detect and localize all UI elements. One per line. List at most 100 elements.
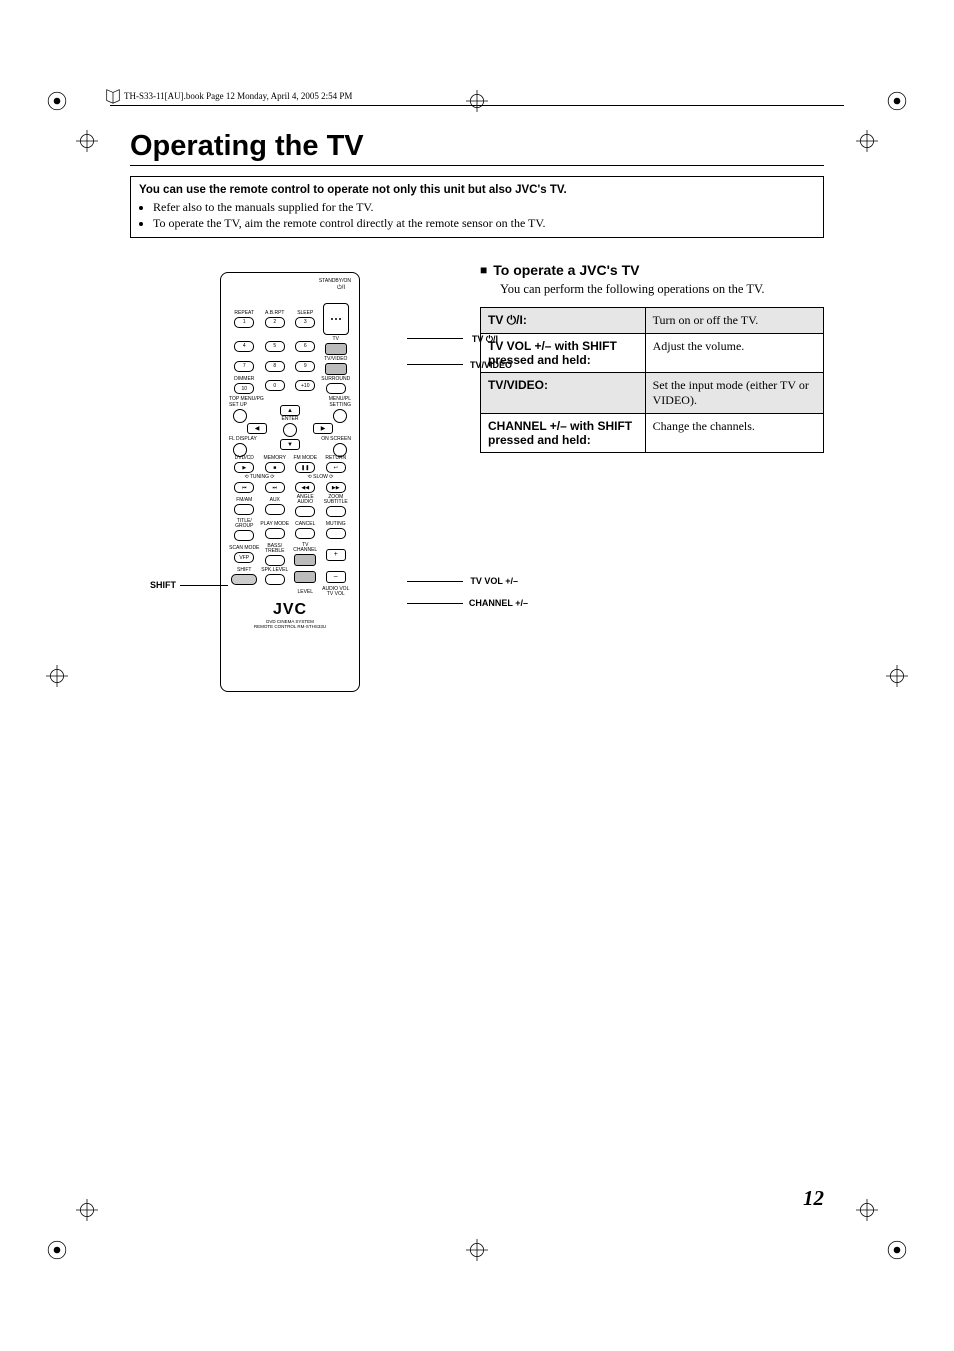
section-heading-text: To operate a JVC's TV bbox=[493, 262, 639, 278]
intro-lead: You can use the remote control to operat… bbox=[139, 183, 815, 198]
callout-shift: SHIFT bbox=[150, 580, 176, 590]
label-audiovol: AUDIO VOL TV VOL bbox=[321, 587, 352, 597]
btn-10: 10 bbox=[234, 383, 254, 394]
btn-tv-video bbox=[325, 363, 347, 375]
label-enter: ENTER bbox=[282, 417, 299, 422]
label-cancel: CANCEL bbox=[295, 522, 315, 527]
label-scanmode: SCAN MODE bbox=[229, 546, 259, 551]
btn-tv-power bbox=[325, 343, 347, 355]
label-playmode: PLAY MODE bbox=[260, 522, 289, 527]
register-mark-icon bbox=[886, 665, 908, 687]
register-mark-icon bbox=[76, 1199, 98, 1221]
btn-ff: ▶▶ bbox=[326, 482, 346, 493]
btn-topmenu bbox=[233, 409, 247, 423]
btn-enter bbox=[283, 423, 297, 437]
btn-vol-plus: + bbox=[326, 549, 346, 561]
running-head-text: TH-S33-11[AU].book Page 12 Monday, April… bbox=[124, 91, 352, 101]
op-key-text: TV bbox=[488, 313, 507, 327]
callout-tv-video: TV/VIDEO bbox=[470, 360, 512, 370]
label-onscreen: ON SCREEN bbox=[321, 437, 351, 442]
op-desc: Turn on or off the TV. bbox=[645, 308, 823, 334]
crop-mark-icon bbox=[46, 90, 68, 112]
register-mark-icon bbox=[76, 130, 98, 152]
crop-mark-icon bbox=[46, 1239, 68, 1261]
btn-muting bbox=[326, 528, 346, 539]
op-desc: Set the input mode (either TV or VIDEO). bbox=[645, 373, 823, 414]
op-key: CHANNEL +/– with SHIFT pressed and held: bbox=[481, 414, 646, 453]
op-key: TV ⏻/I: bbox=[481, 308, 646, 334]
label-basstreble: BASS/ TREBLE bbox=[260, 544, 291, 554]
bullet-square-icon: ■ bbox=[480, 263, 487, 277]
label-setup: SET UP bbox=[229, 403, 247, 408]
label-repeat: REPEAT bbox=[234, 311, 254, 316]
op-desc: Adjust the volume. bbox=[645, 334, 823, 373]
callout-tv-power: TV ⏻/I bbox=[472, 334, 498, 345]
running-header: TH-S33-11[AU].book Page 12 Monday, April… bbox=[110, 91, 844, 107]
intro-bullet: To operate the TV, aim the remote contro… bbox=[153, 216, 815, 232]
callout-channel: CHANNEL +/– bbox=[469, 598, 528, 608]
label-tvvideo: TV/VIDEO bbox=[324, 357, 347, 362]
brand-logo: JVC bbox=[229, 601, 351, 619]
table-row: TV VOL +/– with SHIFT pressed and held: … bbox=[481, 334, 824, 373]
label-abrpt: A.B.RPT bbox=[265, 311, 284, 316]
label-spklevel: SPK.LEVEL bbox=[261, 568, 288, 573]
page-title: Operating the TV bbox=[130, 130, 824, 166]
callout-line bbox=[407, 338, 463, 339]
label-dimmer: DIMMER bbox=[234, 377, 254, 382]
nav-pad: TOP MENU/PG SET UP MENU/PL SETTING ▲ ENT… bbox=[229, 397, 351, 453]
intro-box: You can use the remote control to operat… bbox=[130, 176, 824, 238]
btn-aux bbox=[265, 504, 285, 515]
label-muting: MUTING bbox=[326, 522, 346, 527]
btn-return: ↩ bbox=[326, 462, 346, 473]
btn-playmode bbox=[265, 528, 285, 539]
btn-0: 0 bbox=[265, 380, 285, 391]
btn-shift bbox=[231, 574, 257, 585]
table-row: CHANNEL +/– with SHIFT pressed and held:… bbox=[481, 414, 824, 453]
btn-plus10: +10 bbox=[295, 380, 315, 391]
label-shift: SHIFT bbox=[237, 568, 251, 573]
label-level: LEVEL bbox=[297, 590, 313, 595]
label-slow: ⟲ SLOW ⟳ bbox=[308, 475, 334, 480]
callout-line bbox=[407, 603, 463, 604]
btn-chan-minus-top bbox=[294, 554, 316, 566]
btn-vol-minus: – bbox=[326, 571, 346, 583]
btn-stop: ■ bbox=[265, 462, 285, 473]
btn-7: 7 bbox=[234, 361, 254, 372]
callout-line bbox=[407, 581, 463, 582]
label-return: RETURN bbox=[325, 456, 346, 461]
btn-right: ▶ bbox=[313, 423, 333, 434]
btn-cancel bbox=[295, 528, 315, 539]
power-icon: ⏻/I bbox=[337, 285, 345, 292]
btn-menu bbox=[333, 409, 347, 423]
label-standby: STANDBY/ON bbox=[319, 279, 351, 284]
label-angle: ANGLE AUDIO bbox=[290, 495, 321, 505]
btn-2: 2 bbox=[265, 317, 285, 328]
btn-vfp: VFP bbox=[234, 552, 254, 563]
btn-surround bbox=[326, 383, 346, 394]
label-fmmode: FM MODE bbox=[293, 456, 317, 461]
crop-mark-icon bbox=[886, 1239, 908, 1261]
label-memory: MEMORY bbox=[264, 456, 286, 461]
btn-subtitle bbox=[326, 506, 346, 517]
label-sleep: SLEEP bbox=[297, 311, 313, 316]
btn-1: 1 bbox=[234, 317, 254, 328]
btn-spklevel bbox=[265, 574, 285, 585]
callout-line bbox=[407, 364, 463, 365]
register-mark-icon bbox=[46, 665, 68, 687]
btn-left: ◀ bbox=[247, 423, 267, 434]
label-surround: SURROUND bbox=[321, 377, 350, 382]
btn-fmam bbox=[234, 504, 254, 515]
btn-5: 5 bbox=[265, 341, 285, 352]
book-icon bbox=[104, 87, 122, 105]
label-tv: TV bbox=[333, 337, 339, 342]
label-aux: AUX bbox=[270, 498, 280, 503]
btn-down: ▼ bbox=[280, 439, 300, 450]
register-mark-icon bbox=[466, 1239, 488, 1261]
label-tvchannel: TV CHANNEL bbox=[290, 543, 321, 553]
operations-table: TV ⏻/I: Turn on or off the TV. TV VOL +/… bbox=[480, 307, 824, 453]
label-setting: SETTING bbox=[329, 403, 351, 408]
btn-4: 4 bbox=[234, 341, 254, 352]
table-row: TV/VIDEO: Set the input mode (either TV … bbox=[481, 373, 824, 414]
register-mark-icon bbox=[856, 1199, 878, 1221]
label-fmam: FM/AM bbox=[236, 498, 252, 503]
